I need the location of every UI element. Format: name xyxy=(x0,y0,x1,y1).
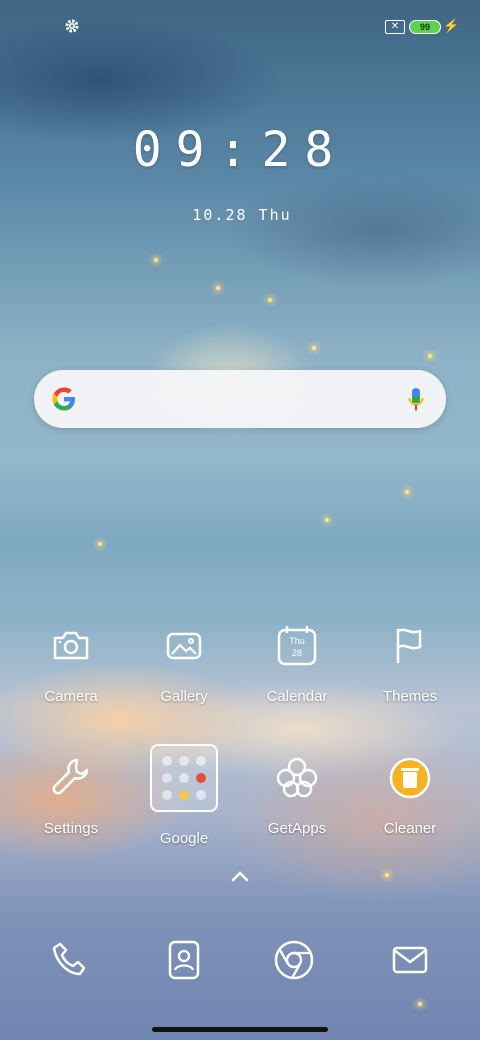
app-gallery[interactable]: Gallery xyxy=(134,622,234,705)
battery-icon: 99 xyxy=(409,20,441,34)
chrome-icon[interactable] xyxy=(270,936,318,984)
app-label: Google xyxy=(159,830,209,847)
app-google-folder[interactable]: Google xyxy=(134,744,234,847)
app-label: Camera xyxy=(44,688,98,705)
sparkle xyxy=(405,490,409,494)
app-settings[interactable]: Settings xyxy=(21,754,121,837)
app-getapps[interactable]: GetApps xyxy=(247,754,347,837)
app-label: Themes xyxy=(382,688,438,705)
sparkle xyxy=(154,258,158,262)
calendar-date: 28 xyxy=(291,648,302,658)
app-label: Gallery xyxy=(160,688,208,705)
home-indicator[interactable] xyxy=(152,1027,328,1032)
mic-icon[interactable] xyxy=(408,386,424,414)
google-g-icon xyxy=(50,385,78,413)
no-sim-icon: ✕ xyxy=(385,20,405,34)
wrench-icon xyxy=(47,754,95,802)
sparkle xyxy=(385,873,389,877)
app-label: GetApps xyxy=(267,820,327,837)
sparkle xyxy=(98,542,102,546)
flag-icon xyxy=(386,622,434,670)
app-camera[interactable]: Camera xyxy=(21,622,121,705)
clock-time[interactable]: 09:28 xyxy=(0,122,480,178)
chevron-up-icon[interactable] xyxy=(228,868,252,884)
sparkle xyxy=(312,346,316,350)
calendar-icon: Thu 28 xyxy=(273,622,321,670)
app-calendar[interactable]: Thu 28 Calendar xyxy=(247,622,347,705)
folder-icon xyxy=(150,744,218,812)
google-search-bar[interactable] xyxy=(34,370,446,428)
sparkle xyxy=(325,518,329,522)
clock-date[interactable]: 10.28 Thu xyxy=(0,206,480,224)
app-label: Calendar xyxy=(266,688,328,705)
bolt-icon: ⚡ xyxy=(443,18,460,33)
sparkle xyxy=(428,354,432,358)
camera-icon xyxy=(47,622,95,670)
contacts-icon[interactable] xyxy=(160,936,208,984)
calendar-day: Thu xyxy=(289,636,305,646)
phone-icon[interactable] xyxy=(46,936,94,984)
app-cleaner[interactable]: Cleaner xyxy=(360,754,460,837)
sparkle xyxy=(268,298,272,302)
trash-icon xyxy=(386,754,434,802)
app-label: Cleaner xyxy=(383,820,437,837)
status-bar: ✕ 99 ⚡ xyxy=(0,16,480,40)
gear-icon[interactable] xyxy=(64,18,80,34)
flower-icon xyxy=(273,754,321,802)
mail-icon[interactable] xyxy=(386,936,434,984)
sparkle xyxy=(216,286,220,290)
gallery-icon xyxy=(160,622,208,670)
app-label: Settings xyxy=(43,820,99,837)
sparkle xyxy=(418,1002,422,1006)
app-themes[interactable]: Themes xyxy=(360,622,460,705)
